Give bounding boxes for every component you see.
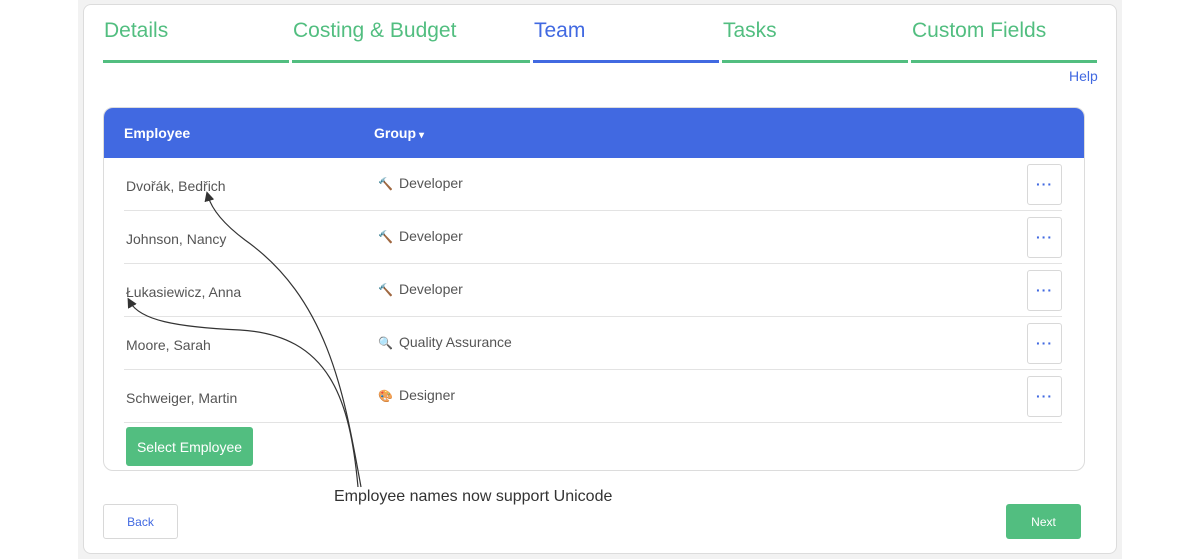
team-table: Employee Group ▾ Dvořák, Bedřich 🔨 Develop… — [103, 107, 1085, 471]
back-button[interactable]: Back — [103, 504, 178, 539]
table-row: Moore, Sarah 🔍 Quality Assurance ··· — [124, 317, 1062, 370]
palette-icon: 🎨 — [378, 389, 393, 403]
tab-details[interactable]: Details — [103, 18, 289, 63]
row-actions-button[interactable]: ··· — [1027, 323, 1062, 364]
tab-tasks[interactable]: Tasks — [722, 18, 908, 63]
select-employee-button[interactable]: Select Employee — [126, 427, 253, 466]
column-header-employee: Employee — [124, 125, 191, 141]
employee-group: 🔨 Developer — [378, 228, 463, 244]
row-actions-button[interactable]: ··· — [1027, 164, 1062, 205]
column-header-group-label: Group — [374, 125, 416, 141]
tab-costing-budget[interactable]: Costing & Budget — [292, 18, 530, 63]
table-row: Johnson, Nancy 🔨 Developer ··· — [124, 211, 1062, 264]
next-button[interactable]: Next — [1006, 504, 1081, 539]
column-header-group[interactable]: Group ▾ — [374, 125, 424, 141]
employee-name: Schweiger, Martin — [126, 390, 238, 406]
employee-name: Łukasiewicz, Anna — [126, 284, 242, 300]
employee-name: Dvořák, Bedřich — [126, 178, 226, 194]
table-row: Schweiger, Martin 🎨 Designer ··· — [124, 370, 1062, 423]
group-label: Designer — [399, 387, 456, 403]
table-row: Dvořák, Bedřich 🔨 Developer ··· — [124, 158, 1062, 211]
employee-group: 🔨 Developer — [378, 281, 463, 297]
tab-team[interactable]: Team — [533, 18, 719, 63]
employee-group: 🔨 Developer — [378, 175, 463, 191]
employee-name: Moore, Sarah — [126, 337, 211, 353]
row-actions-button[interactable]: ··· — [1027, 270, 1062, 311]
magnifier-icon: 🔍 — [378, 336, 393, 350]
hammer-icon: 🔨 — [378, 230, 393, 244]
group-label: Developer — [399, 175, 463, 191]
table-header: Employee Group ▾ — [104, 108, 1084, 158]
sort-caret-icon: ▾ — [419, 130, 425, 141]
help-link[interactable]: Help — [1069, 68, 1098, 84]
unicode-annotation: Employee names now support Unicode — [334, 488, 613, 505]
employee-name: Johnson, Nancy — [126, 231, 227, 247]
group-label: Quality Assurance — [399, 334, 512, 350]
table-row: Łukasiewicz, Anna 🔨 Developer ··· — [124, 264, 1062, 317]
group-label: Developer — [399, 281, 463, 297]
employee-group: 🔍 Quality Assurance — [378, 334, 512, 350]
hammer-icon: 🔨 — [378, 177, 393, 191]
row-actions-button[interactable]: ··· — [1027, 217, 1062, 258]
hammer-icon: 🔨 — [378, 283, 393, 297]
row-actions-button[interactable]: ··· — [1027, 376, 1062, 417]
group-label: Developer — [399, 228, 463, 244]
tab-custom-fields[interactable]: Custom Fields — [911, 18, 1097, 63]
employee-group: 🎨 Designer — [378, 387, 455, 403]
